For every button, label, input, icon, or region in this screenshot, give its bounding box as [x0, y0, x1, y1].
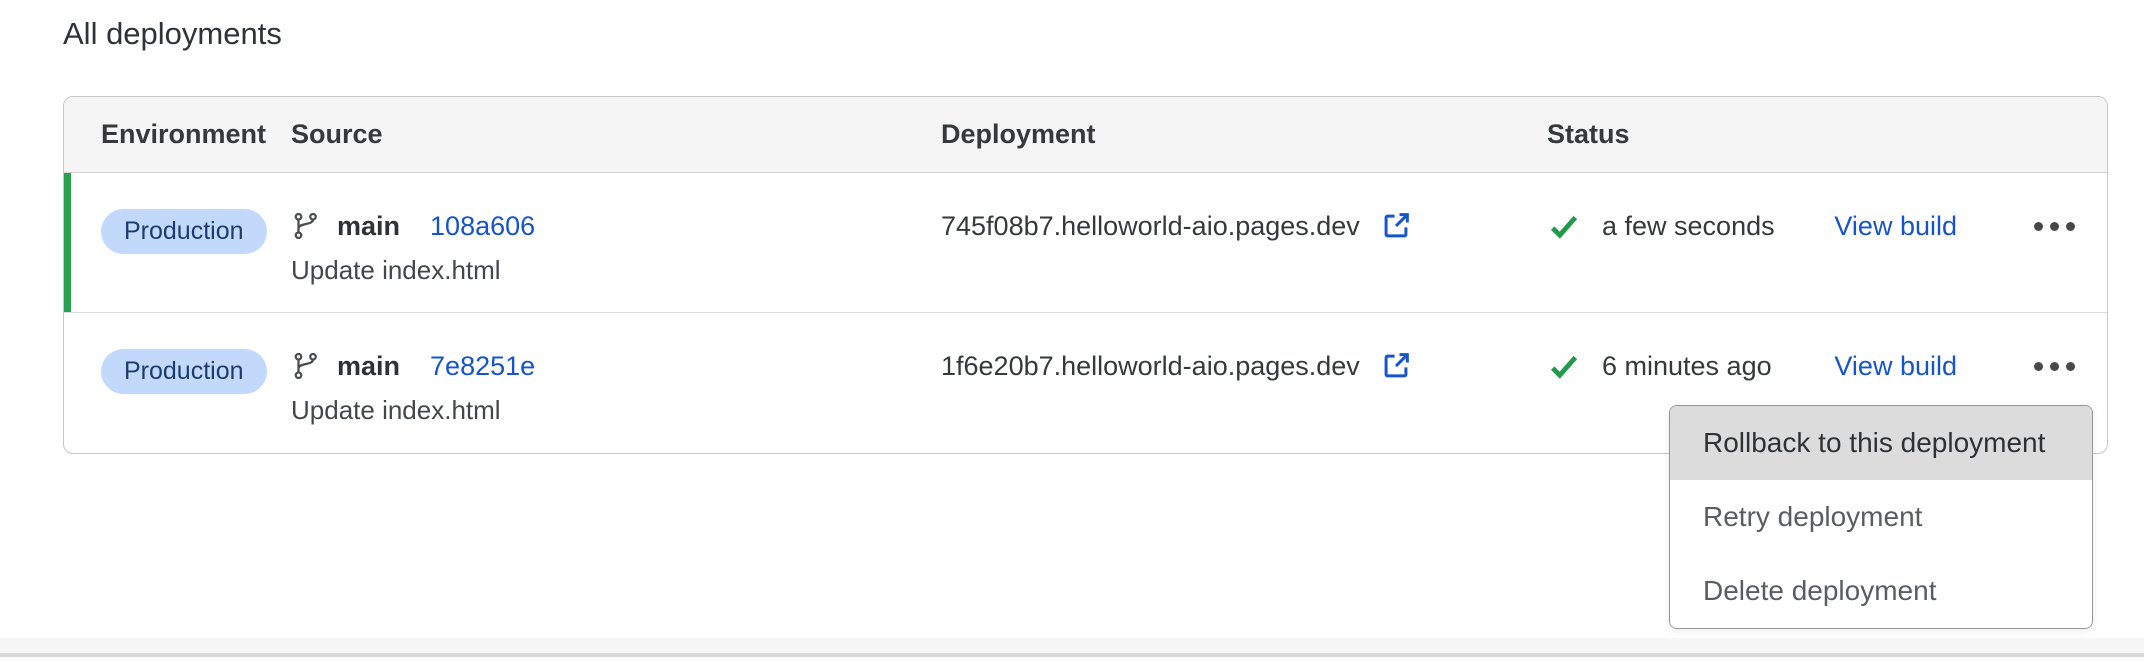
menu-item-delete[interactable]: Delete deployment: [1670, 554, 2092, 628]
source-cell: main 108a606 Update index.html: [291, 173, 941, 312]
commit-message: Update index.html: [291, 252, 941, 288]
source-cell: main 7e8251e Update index.html: [291, 313, 941, 453]
column-header-source: Source: [291, 119, 941, 150]
branch-name: main: [337, 211, 400, 242]
deployment-url: 1f6e20b7.helloworld-aio.pages.dev: [941, 351, 1360, 382]
environment-badge: Production: [101, 349, 267, 394]
status-time: a few seconds: [1602, 211, 1775, 242]
deployment-cell: 745f08b7.helloworld-aio.pages.dev: [941, 173, 1547, 312]
table-header-row: Environment Source Deployment Status: [64, 97, 2107, 173]
deployment-url: 745f08b7.helloworld-aio.pages.dev: [941, 211, 1360, 242]
check-icon: [1547, 209, 1581, 243]
external-link-icon[interactable]: [1379, 209, 1413, 243]
column-header-deployment: Deployment: [941, 119, 1547, 150]
deployment-actions-menu: Rollback to this deployment Retry deploy…: [1669, 405, 2093, 629]
deployment-cell: 1f6e20b7.helloworld-aio.pages.dev: [941, 313, 1547, 453]
status-time: 6 minutes ago: [1602, 351, 1772, 382]
environment-cell: Production: [101, 173, 291, 312]
git-branch-icon: [291, 211, 321, 241]
view-build-link[interactable]: View build: [1834, 351, 1957, 382]
ellipsis-icon[interactable]: [2032, 216, 2077, 237]
commit-link[interactable]: 7e8251e: [430, 351, 535, 382]
environment-cell: Production: [101, 313, 291, 453]
external-link-icon[interactable]: [1379, 349, 1413, 383]
column-header-status: Status: [1547, 119, 2107, 150]
status-cell: a few seconds View build: [1547, 173, 2107, 312]
branch-name: main: [337, 351, 400, 382]
section-divider-lower: [0, 657, 2144, 662]
commit-message: Update index.html: [291, 392, 941, 428]
commit-link[interactable]: 108a606: [430, 211, 535, 242]
ellipsis-icon[interactable]: [2032, 356, 2077, 377]
section-divider-band: [0, 638, 2144, 653]
menu-item-rollback[interactable]: Rollback to this deployment: [1670, 406, 2092, 480]
environment-badge: Production: [101, 209, 267, 254]
column-header-environment: Environment: [101, 119, 291, 150]
deployments-table: Environment Source Deployment Status Pro…: [63, 96, 2108, 454]
current-deployment-indicator: [64, 173, 71, 312]
table-row: Production main 108a606 Update index.htm…: [64, 173, 2107, 313]
view-build-link[interactable]: View build: [1834, 211, 1957, 242]
page-title: All deployments: [63, 16, 282, 52]
menu-item-retry[interactable]: Retry deployment: [1670, 480, 2092, 554]
check-icon: [1547, 349, 1581, 383]
git-branch-icon: [291, 351, 321, 381]
